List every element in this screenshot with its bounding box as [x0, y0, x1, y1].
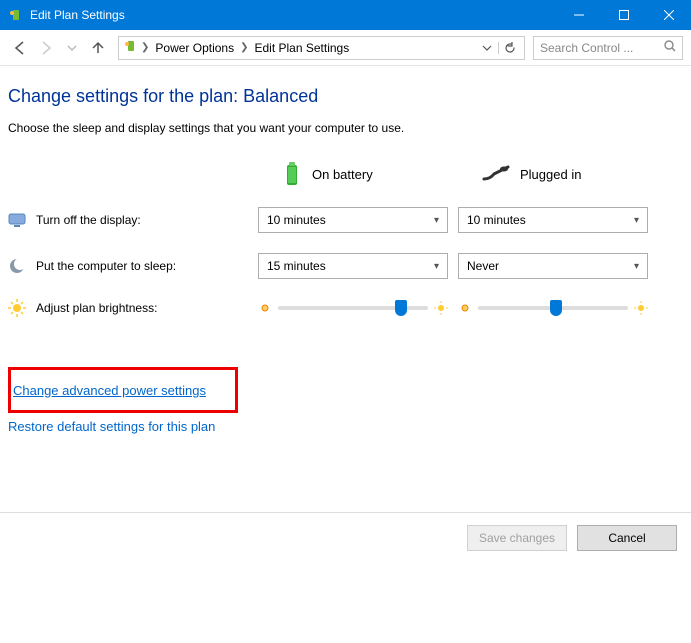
- address-dropdown[interactable]: [476, 43, 498, 53]
- display-battery-dropdown[interactable]: 10 minutes▾: [258, 207, 448, 233]
- column-header-battery: On battery: [258, 161, 458, 187]
- monitor-icon: [8, 211, 26, 229]
- close-button[interactable]: [646, 0, 691, 30]
- sun-bright-icon: [434, 301, 448, 315]
- search-input[interactable]: Search Control ...: [533, 36, 683, 60]
- row-sleep-label: Put the computer to sleep:: [8, 257, 258, 275]
- cancel-button[interactable]: Cancel: [577, 525, 677, 551]
- address-bar[interactable]: ❯ Power Options ❯ Edit Plan Settings: [118, 36, 525, 60]
- recent-dropdown[interactable]: [60, 36, 84, 60]
- chevron-down-icon: ▾: [634, 261, 639, 272]
- instruction-text: Choose the sleep and display settings th…: [8, 121, 683, 135]
- power-plan-icon: [123, 38, 139, 57]
- search-icon: [664, 40, 676, 55]
- highlight-box: Change advanced power settings: [8, 367, 238, 413]
- sun-bright-icon: [634, 301, 648, 315]
- chevron-right-icon: ❯: [139, 42, 151, 53]
- breadcrumb-edit-plan[interactable]: Edit Plan Settings: [250, 41, 353, 55]
- minimize-button[interactable]: [556, 0, 601, 30]
- brightness-plugged-slider[interactable]: [458, 301, 648, 315]
- brightness-battery-slider[interactable]: [258, 301, 448, 315]
- sun-icon: [8, 299, 26, 317]
- battery-icon: [282, 161, 302, 187]
- row-brightness-label: Adjust plan brightness:: [8, 299, 258, 317]
- plug-icon: [482, 165, 510, 183]
- chevron-down-icon: ▾: [634, 215, 639, 226]
- back-button[interactable]: [8, 36, 32, 60]
- page-heading: Change settings for the plan: Balanced: [8, 86, 683, 107]
- forward-button[interactable]: [34, 36, 58, 60]
- footer-buttons: Save changes Cancel: [0, 512, 691, 563]
- restore-defaults-link[interactable]: Restore default settings for this plan: [8, 419, 683, 434]
- row-display-label: Turn off the display:: [8, 211, 258, 229]
- up-button[interactable]: [86, 36, 110, 60]
- advanced-settings-link[interactable]: Change advanced power settings: [13, 383, 206, 398]
- refresh-button[interactable]: [498, 42, 520, 54]
- chevron-down-icon: ▾: [434, 261, 439, 272]
- search-placeholder: Search Control ...: [540, 41, 633, 55]
- sleep-plugged-dropdown[interactable]: Never▾: [458, 253, 648, 279]
- titlebar: Edit Plan Settings: [0, 0, 691, 30]
- sun-dim-icon: [258, 301, 272, 315]
- content-area: Change settings for the plan: Balanced C…: [0, 66, 691, 444]
- breadcrumb-power-options[interactable]: Power Options: [151, 41, 238, 55]
- sleep-battery-dropdown[interactable]: 15 minutes▾: [258, 253, 448, 279]
- moon-icon: [8, 257, 26, 275]
- column-header-plugged: Plugged in: [458, 165, 658, 183]
- display-plugged-dropdown[interactable]: 10 minutes▾: [458, 207, 648, 233]
- window-title: Edit Plan Settings: [30, 8, 125, 22]
- app-icon: [8, 7, 24, 23]
- save-button[interactable]: Save changes: [467, 525, 567, 551]
- chevron-right-icon: ❯: [238, 42, 250, 53]
- sun-dim-icon: [458, 301, 472, 315]
- maximize-button[interactable]: [601, 0, 646, 30]
- chevron-down-icon: ▾: [434, 215, 439, 226]
- nav-toolbar: ❯ Power Options ❯ Edit Plan Settings Sea…: [0, 30, 691, 66]
